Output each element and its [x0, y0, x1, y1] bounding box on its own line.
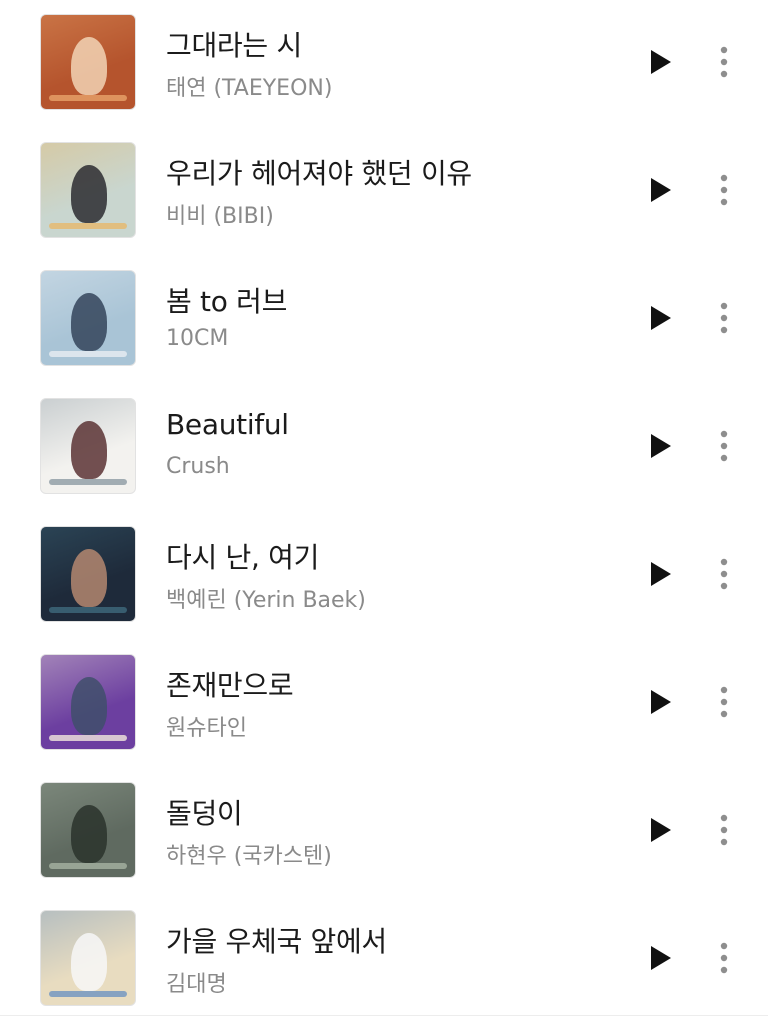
more-vertical-icon: [720, 302, 728, 334]
more-options-button[interactable]: [704, 164, 744, 216]
song-title[interactable]: 돌덩이: [166, 792, 243, 832]
more-options-button[interactable]: [704, 36, 744, 88]
song-artist[interactable]: 비비 (BIBI): [166, 198, 274, 230]
more-options-button[interactable]: [704, 420, 744, 472]
play-button[interactable]: [634, 676, 686, 728]
album-cover-caption: [49, 735, 127, 741]
album-cover-figure: [71, 293, 107, 351]
album-cover-icon: [40, 910, 136, 1006]
song-list: 그대라는 시 태연 (TAEYEON) 우리가 헤어져야 했던 이유 비비 (BIBI…: [0, 0, 768, 1023]
song-artist[interactable]: 하현우 (국카스텐): [166, 838, 332, 870]
album-cover-figure: [71, 805, 107, 863]
more-options-button[interactable]: [704, 804, 744, 856]
play-icon: [651, 562, 671, 586]
play-icon: [651, 50, 671, 74]
album-cover-caption: [49, 863, 127, 869]
play-icon: [651, 818, 671, 842]
album-cover-caption: [49, 223, 127, 229]
album-cover-figure: [71, 421, 107, 479]
album-cover-figure: [71, 549, 107, 607]
more-options-button[interactable]: [704, 292, 744, 344]
song-title[interactable]: Beautiful: [166, 408, 289, 441]
play-icon: [651, 946, 671, 970]
more-vertical-icon: [720, 558, 728, 590]
song-artist[interactable]: 원슈타인: [166, 710, 247, 742]
more-vertical-icon: [720, 814, 728, 846]
more-options-button[interactable]: [704, 548, 744, 600]
song-title[interactable]: 우리가 헤어져야 했던 이유: [166, 152, 472, 192]
song-title[interactable]: 다시 난, 여기: [166, 536, 319, 576]
song-title[interactable]: 가을 우체국 앞에서: [166, 920, 387, 960]
album-cover-caption: [49, 95, 127, 101]
song-row[interactable]: 우리가 헤어져야 했던 이유비비 (BIBI): [0, 128, 768, 256]
play-button[interactable]: [634, 548, 686, 600]
album-cover-icon: [40, 526, 136, 622]
album-cover-figure: [71, 677, 107, 735]
song-row[interactable]: 가을 우체국 앞에서김대명: [0, 896, 768, 1024]
play-icon: [651, 434, 671, 458]
song-row[interactable]: 돌덩이하현우 (국카스텐): [0, 768, 768, 896]
more-options-button[interactable]: [704, 932, 744, 984]
more-vertical-icon: [720, 430, 728, 462]
album-cover-caption: [49, 607, 127, 613]
album-cover-icon: [40, 142, 136, 238]
song-title[interactable]: 그대라는 시: [166, 24, 302, 64]
song-row[interactable]: Beautiful Crush: [0, 384, 768, 512]
song-title[interactable]: 봄 to 러브: [166, 280, 287, 320]
more-vertical-icon: [720, 46, 728, 78]
album-cover-figure: [71, 933, 107, 991]
song-row[interactable]: 다시 난, 여기백예린 (Yerin Baek): [0, 512, 768, 640]
play-button[interactable]: [634, 164, 686, 216]
album-cover-icon: [40, 270, 136, 366]
more-vertical-icon: [720, 686, 728, 718]
song-artist[interactable]: Crush: [166, 454, 230, 479]
album-cover-figure: [71, 165, 107, 223]
play-button[interactable]: [634, 932, 686, 984]
list-bottom-divider: [0, 1015, 768, 1016]
song-artist[interactable]: 김대명: [166, 966, 227, 998]
song-row[interactable]: 존재만으로원슈타인: [0, 640, 768, 768]
album-cover-figure: [71, 37, 107, 95]
album-cover-icon: [40, 654, 136, 750]
song-row[interactable]: 봄 to 러브 10CM: [0, 256, 768, 384]
play-button[interactable]: [634, 804, 686, 856]
song-artist[interactable]: 백예린 (Yerin Baek): [166, 582, 366, 614]
album-cover-icon: [40, 782, 136, 878]
play-button[interactable]: [634, 420, 686, 472]
album-cover-icon: [40, 398, 136, 494]
album-cover-icon: [40, 14, 136, 110]
more-vertical-icon: [720, 174, 728, 206]
album-cover-caption: [49, 351, 127, 357]
song-artist[interactable]: 10CM: [166, 326, 228, 351]
song-row[interactable]: 그대라는 시태연 (TAEYEON): [0, 0, 768, 128]
song-artist[interactable]: 태연 (TAEYEON): [166, 70, 332, 102]
play-button[interactable]: [634, 292, 686, 344]
album-cover-caption: [49, 479, 127, 485]
song-title[interactable]: 존재만으로: [166, 664, 294, 704]
play-icon: [651, 690, 671, 714]
play-button[interactable]: [634, 36, 686, 88]
play-icon: [651, 306, 671, 330]
album-cover-caption: [49, 991, 127, 997]
play-icon: [651, 178, 671, 202]
more-options-button[interactable]: [704, 676, 744, 728]
more-vertical-icon: [720, 942, 728, 974]
